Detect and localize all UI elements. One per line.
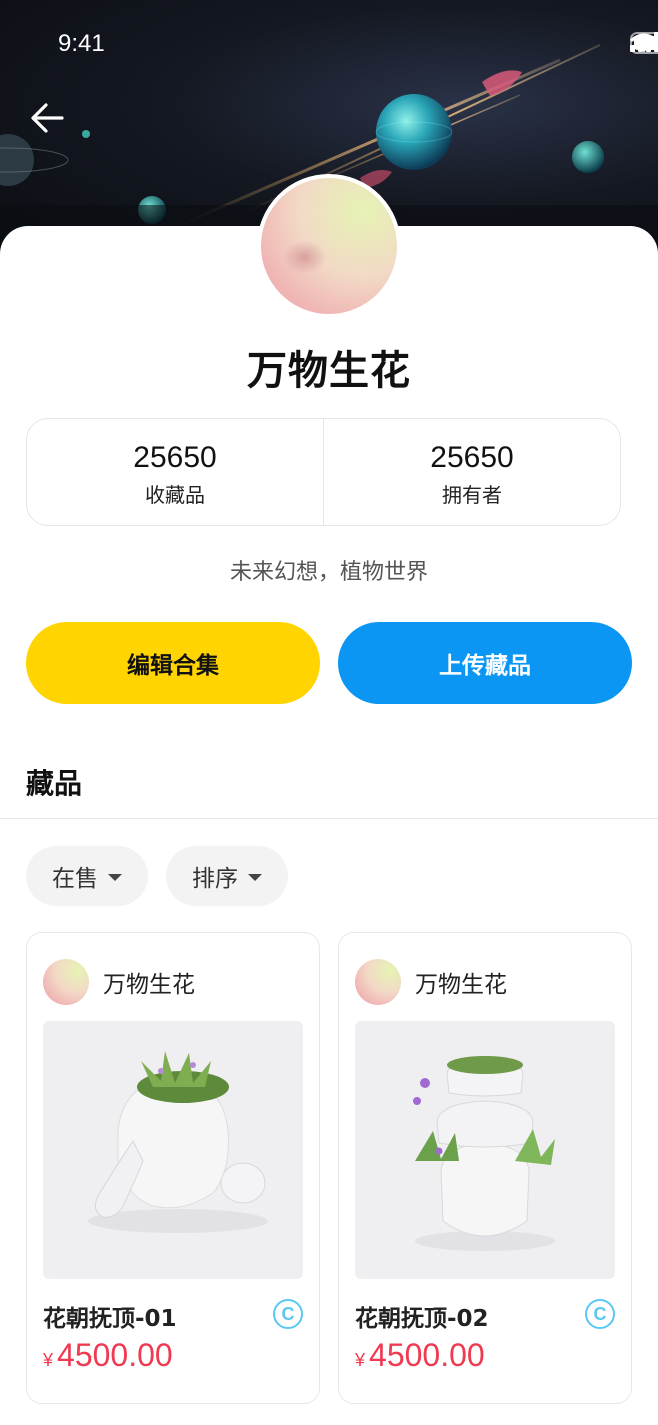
item-card[interactable]: 万物生花 花朝抚顶-02 C ¥4500.00: [338, 932, 632, 1404]
dropdown-caret-icon: [248, 873, 262, 881]
item-price: ¥4500.00: [355, 1337, 485, 1374]
item-image: [355, 1021, 615, 1279]
item-image: [43, 1021, 303, 1279]
filter-on-sale[interactable]: 在售: [26, 846, 148, 906]
price-value: 4500.00: [369, 1337, 485, 1373]
stat-owners: 25650 拥有者: [323, 419, 620, 525]
section-divider: [0, 818, 658, 819]
price-value: 4500.00: [57, 1337, 173, 1373]
dropdown-caret-icon: [108, 873, 122, 881]
battery-icon: [630, 32, 658, 54]
stats-panel: 25650 收藏品 25650 拥有者: [26, 418, 621, 526]
status-time: 9:41: [58, 30, 105, 57]
stat-owners-label: 拥有者: [442, 483, 502, 507]
upload-item-button[interactable]: 上传藏品: [338, 622, 632, 704]
filter-on-sale-label: 在售: [52, 866, 98, 892]
item-price: ¥4500.00: [43, 1337, 173, 1374]
back-button[interactable]: [28, 100, 68, 136]
owner-avatar: [355, 959, 401, 1005]
coin-icon: C: [273, 1299, 303, 1329]
items-section-title: 藏品: [26, 767, 83, 800]
sculpture-image: [413, 1056, 555, 1251]
back-arrow-icon: [31, 103, 64, 133]
owner-name: 万物生花: [103, 972, 195, 998]
collection-description: 未来幻想，植物世界: [229, 560, 428, 585]
coin-icon: C: [585, 1299, 615, 1329]
stat-owners-value: 25650: [430, 441, 514, 474]
stat-items-value: 25650: [133, 441, 217, 474]
owner-name: 万物生花: [415, 972, 507, 998]
stat-items-label: 收藏品: [145, 483, 205, 507]
item-name: 花朝抚顶-01: [43, 1306, 177, 1332]
item-card[interactable]: 万物生花 花朝抚顶-01 C ¥4500.00: [26, 932, 320, 1404]
price-currency: ¥: [43, 1350, 54, 1370]
collection-avatar: [257, 174, 401, 318]
item-owner: 万物生花: [43, 959, 195, 1005]
item-owner: 万物生花: [355, 959, 507, 1005]
item-name: 花朝抚顶-02: [355, 1306, 489, 1332]
filter-sort-label: 排序: [192, 866, 238, 892]
sculpture-image: [88, 1051, 268, 1233]
edit-collection-button[interactable]: 编辑合集: [26, 622, 320, 704]
collection-title: 万物生花: [247, 348, 411, 394]
filter-sort[interactable]: 排序: [166, 846, 288, 906]
price-currency: ¥: [355, 1350, 366, 1370]
owner-avatar: [43, 959, 89, 1005]
stat-items: 25650 收藏品: [27, 419, 323, 525]
